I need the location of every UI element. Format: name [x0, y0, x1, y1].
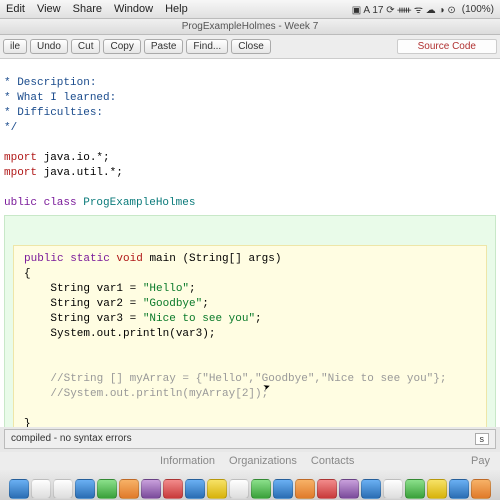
brace: } [24, 418, 31, 427]
source-code-tab[interactable]: Source Code [397, 39, 497, 54]
dock-app-icon[interactable] [75, 479, 95, 499]
window-title: ProgExampleHolmes - Week 7 [0, 19, 500, 35]
menu-help[interactable]: Help [165, 3, 188, 15]
dock-app-icon[interactable] [273, 479, 293, 499]
battery-text: (100%) [462, 4, 494, 15]
void-kw: void [116, 253, 149, 265]
semi: ; [202, 298, 209, 310]
status-bar: compiled - no syntax errors s [4, 429, 496, 449]
method-kw: public static [24, 253, 116, 265]
menu-edit[interactable]: Edit [6, 3, 25, 15]
dock-app-icon[interactable] [405, 479, 425, 499]
dock-app-icon[interactable] [163, 479, 183, 499]
dock-app-icon[interactable] [361, 479, 381, 499]
dock-app-icon[interactable] [207, 479, 227, 499]
dock-app-icon[interactable] [141, 479, 161, 499]
string-lit: "Goodbye" [143, 298, 202, 310]
stmt: String var2 = [24, 298, 143, 310]
dock-app-icon[interactable] [185, 479, 205, 499]
dock-app-icon[interactable] [119, 479, 139, 499]
import-kw: mport [4, 167, 44, 179]
method-body: public static void main (String[] args) … [13, 245, 487, 427]
bg-link: Contacts [311, 455, 354, 467]
class-kw: ublic class [4, 197, 83, 209]
semi: ; [189, 283, 196, 295]
comment-line: * What I learned: [4, 92, 116, 104]
code-editor[interactable]: * Description: * What I learned: * Diffi… [0, 59, 500, 427]
mac-menubar: Edit View Share Window Help ▣ A 17 ⟳ ᚔ ᯤ… [0, 0, 500, 19]
dock-app-icon[interactable] [251, 479, 271, 499]
dock-app-icon[interactable] [229, 479, 249, 499]
dock-app-icon[interactable] [339, 479, 359, 499]
status-button[interactable]: s [475, 433, 490, 445]
find-button[interactable]: Find... [186, 39, 228, 54]
bg-link: Pay [471, 455, 490, 467]
cut-button[interactable]: Cut [71, 39, 101, 54]
method-params: (String[] args) [182, 253, 281, 265]
comment-line: * Description: [4, 77, 96, 89]
import-path: java.io.*; [44, 152, 110, 164]
dock-app-icon[interactable] [471, 479, 491, 499]
stmt: String var3 = [24, 313, 143, 325]
comment-end: */ [4, 122, 17, 134]
dock-app-icon[interactable] [97, 479, 117, 499]
copy-button[interactable]: Copy [103, 39, 140, 54]
undo-button[interactable]: Undo [30, 39, 68, 54]
compile-status: compiled - no syntax errors [11, 433, 132, 445]
import-path: java.util.*; [44, 167, 123, 179]
stmt: System.out.println(var3); [24, 328, 215, 340]
paste-button[interactable]: Paste [144, 39, 184, 54]
bg-link: Information [160, 455, 215, 467]
menu-view[interactable]: View [37, 3, 61, 15]
menu-share[interactable]: Share [73, 3, 102, 15]
dock-app-icon[interactable] [449, 479, 469, 499]
comment-code: //System.out.println(myArray[2]); [24, 388, 268, 400]
dock-app-icon[interactable] [383, 479, 403, 499]
mac-dock [0, 470, 500, 500]
brace: { [24, 268, 31, 280]
dock-app-icon[interactable] [295, 479, 315, 499]
class-name: ProgExampleHolmes [83, 197, 195, 209]
close-button[interactable]: Close [231, 39, 271, 54]
stmt: String var1 = [24, 283, 143, 295]
dock-app-icon[interactable] [31, 479, 51, 499]
toolbar: ile Undo Cut Copy Paste Find... Close So… [0, 35, 500, 59]
bg-link: Organizations [229, 455, 297, 467]
semi: ; [255, 313, 262, 325]
string-lit: "Hello" [143, 283, 189, 295]
comment-line: * Difficulties: [4, 107, 103, 119]
dock-app-icon[interactable] [53, 479, 73, 499]
dock-app-icon[interactable] [9, 479, 29, 499]
status-icons: ▣ A 17 ⟳ ᚔ ᯤ ☁ ◑ ⊙ [352, 2, 456, 16]
class-body: public static void main (String[] args) … [4, 215, 496, 427]
compile-button-partial[interactable]: ile [3, 39, 27, 54]
import-kw: mport [4, 152, 44, 164]
method-name: main [149, 253, 182, 265]
menu-window[interactable]: Window [114, 3, 153, 15]
dock-app-icon[interactable] [317, 479, 337, 499]
background-nav: Information Organizations Contacts Pay [0, 452, 500, 470]
string-lit: "Nice to see you" [143, 313, 255, 325]
comment-code: //String [] myArray = {"Hello","Goodbye"… [24, 373, 446, 385]
dock-app-icon[interactable] [427, 479, 447, 499]
